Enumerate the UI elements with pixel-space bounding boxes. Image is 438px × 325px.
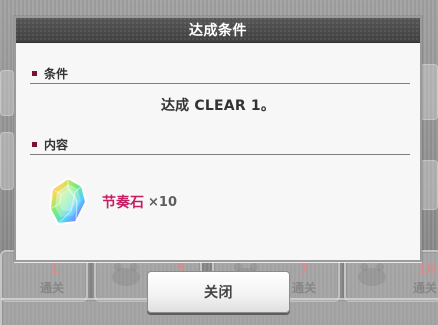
- rainbow-gem-icon: [48, 176, 88, 226]
- background-side-panel-left-middle: [0, 132, 14, 190]
- reward-name: 节奏石: [102, 195, 144, 211]
- close-button[interactable]: 关闭: [147, 271, 290, 313]
- section-marker-icon: [32, 141, 37, 147]
- condition-text: 达成 CLEAR 1。: [160, 98, 276, 114]
- reward-section-header: 内容: [30, 136, 410, 152]
- background-number-7: 7: [300, 262, 310, 277]
- close-button-container: 关闭: [147, 271, 290, 313]
- background-side-panel-left-top: [0, 70, 14, 116]
- section-marker-icon: [32, 70, 37, 76]
- background-character-icon: [358, 263, 386, 286]
- reward-header-label: 内容: [44, 137, 69, 152]
- condition-divider: [30, 83, 410, 84]
- game-screen: 1 5 7 10 通关 通关 通关 达成条件 条件 达成 CLEAR 1。 内容: [0, 0, 438, 325]
- condition-section-header: 条件: [30, 65, 410, 81]
- background-label-clear-1: 通关: [40, 281, 65, 295]
- background-side-panel-right-top: [420, 64, 438, 120]
- achievement-dialog: 达成条件 条件 达成 CLEAR 1。 内容 节奏石 ×10: [14, 16, 422, 262]
- background-character-icon: [112, 263, 140, 286]
- reward-quantity: ×10: [148, 194, 177, 210]
- background-number-10: 10: [418, 262, 437, 277]
- reward-item: 节奏石 ×10: [46, 176, 177, 228]
- background-label-clear-2: 通关: [292, 281, 317, 295]
- condition-header-label: 条件: [44, 66, 69, 81]
- dialog-title: 达成条件: [16, 18, 420, 43]
- background-side-panel-right-middle: [420, 160, 438, 210]
- background-label-clear-3: 通关: [413, 281, 438, 295]
- dialog-content: 条件 达成 CLEAR 1。 内容 节奏石 ×10: [16, 43, 420, 260]
- background-number-1: 1: [50, 262, 60, 277]
- reward-divider: [30, 154, 410, 155]
